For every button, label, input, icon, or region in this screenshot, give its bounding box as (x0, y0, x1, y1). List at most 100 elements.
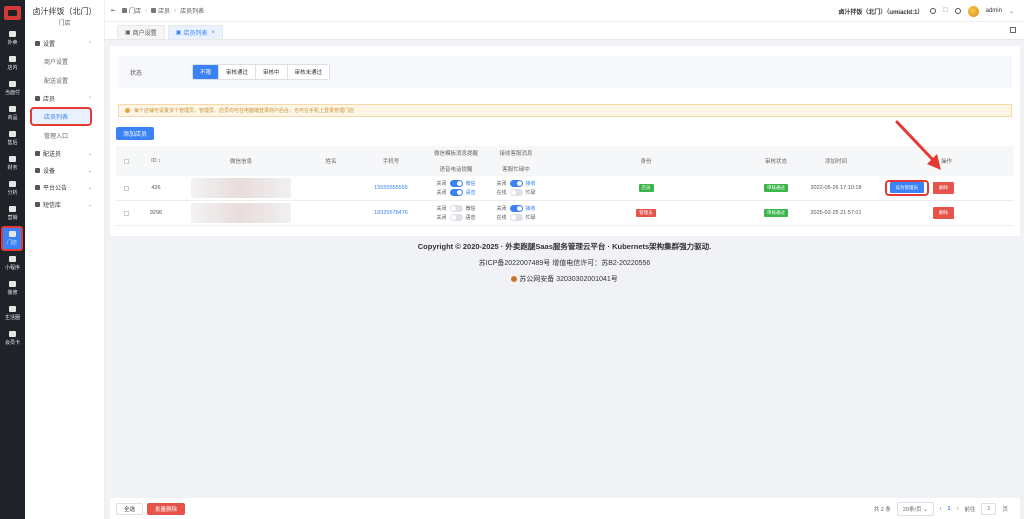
set-admin-button[interactable]: 设为管理员 (889, 182, 924, 193)
submenu-group-5[interactable]: 短信库 ⌄ (25, 196, 104, 213)
toggle-off-label: 关闭 (496, 181, 507, 187)
select-all-checkbox[interactable] (123, 158, 129, 164)
rail-item-2[interactable]: 当面付 (0, 76, 25, 101)
shop-subtitle: 门店 (58, 21, 71, 27)
rail-item-5[interactable]: 财务 (0, 151, 25, 176)
rail-item-icon (8, 231, 16, 237)
submenu-item-1-1[interactable]: 管理入口 (25, 126, 104, 145)
header-wechat: 微信信息 (229, 159, 252, 165)
batch-delete-button[interactable]: 批量删除 (147, 502, 186, 515)
toggle-off-label: 在线 (496, 190, 507, 196)
filter-option-1[interactable]: 审核通过 (219, 65, 257, 79)
submenu-item-0-0[interactable]: 商户设置 (25, 52, 104, 71)
grid-menu-icon[interactable] (1010, 27, 1016, 33)
submenu-group-2[interactable]: 配送员 ⌄ (25, 145, 104, 162)
copyright-block: Copyright © 2020-2025 · 外卖跑腿Saas服务管理云平台 … (105, 241, 1024, 284)
delete-button[interactable]: 删除 (933, 207, 954, 219)
page-size-select[interactable]: 20条/页 ⌄ (896, 501, 934, 516)
submenu-item-0-1[interactable]: 配送设置 (25, 71, 104, 90)
next-page-icon[interactable]: › (957, 506, 959, 512)
cell-phone[interactable]: 15555555555 (356, 185, 426, 191)
page-number[interactable]: 1 (948, 506, 951, 512)
cell-id: 426 (151, 185, 161, 191)
tab-merchant-settings[interactable]: ▣ 商户设置 (117, 25, 165, 39)
filter-option-3[interactable]: 审核未通过 (287, 65, 330, 79)
pagination: 共 2 条 20条/页 ⌄ ‹ 1 › 前往 1 页 (874, 498, 1008, 519)
submenu-item-1-0[interactable]: 店员列表 (30, 107, 92, 126)
status-segment: 不限 审核通过 审核中 审核未通过 (192, 64, 331, 80)
page-tabs: ▣ 商户设置 ▣ 店员列表 × (105, 22, 1024, 40)
rail-item-label: 店内 (7, 65, 18, 71)
header-service-receive: 接收客服消息 (499, 151, 533, 157)
cell-added-time: 2025-02-25 21:57:01 (810, 210, 862, 216)
breadcrumb-item-1[interactable]: 门店 (129, 6, 141, 15)
group-icon (35, 41, 40, 46)
rail-item-7[interactable]: 营销 (0, 201, 25, 226)
close-icon[interactable]: × (211, 30, 215, 36)
toggle-switch[interactable] (449, 180, 463, 187)
toggle-switch[interactable] (509, 205, 523, 212)
cell-phone[interactable]: 18325578476 (356, 210, 426, 216)
filter-option-2[interactable]: 审核中 (256, 65, 288, 79)
toggle-switch[interactable] (509, 214, 523, 221)
header-identity: 身份 (640, 159, 652, 165)
rail-item-label: 外卖 (7, 40, 18, 46)
goto-label: 前往 (964, 506, 976, 513)
toggle-switch[interactable] (449, 189, 463, 196)
rail-item-icon (9, 281, 16, 287)
rail-item-icon (9, 156, 16, 162)
toggle-on-label: 忙碌 (525, 215, 536, 221)
submenu-group-0[interactable]: 设置 ⌃ (25, 35, 104, 52)
rail-item-8[interactable]: 门店 (1, 226, 23, 251)
group-icon (35, 168, 40, 173)
fullscreen-icon[interactable]: ⛶ (943, 8, 947, 15)
toggle-switch[interactable] (509, 180, 523, 187)
wechat-info-blurred (191, 203, 291, 223)
icp-text[interactable]: 苏ICP备2022007489号 增值电信许可：苏B2-20220556 (105, 258, 1024, 268)
toggle-on-label: 语音 (465, 215, 476, 221)
filter-option-0[interactable]: 不限 (193, 65, 220, 79)
user-name[interactable]: admin (986, 8, 1002, 14)
rail-item-9[interactable]: 小程序 (0, 251, 25, 276)
top-bar: ⇤ 门店 › 店员 › 店员列表 卤汁拌饭（北门）（umiacId:1） ⛶ a… (105, 0, 1024, 22)
select-all-button[interactable]: 全选 (116, 502, 144, 515)
toggle-switch[interactable] (449, 214, 463, 221)
submenu-group-4[interactable]: 平台公告 ⌄ (25, 179, 104, 196)
tab-label: 店员列表 (183, 31, 208, 37)
add-staff-button[interactable]: 添加店员 (116, 127, 155, 140)
toggle-off-label: 关闭 (436, 190, 447, 196)
rail-item-icon (9, 331, 16, 337)
group-label: 设备 (43, 169, 56, 175)
header-id[interactable]: ID ↕ (136, 158, 176, 164)
collapse-icon[interactable]: ⇤ (111, 7, 116, 14)
tab-staff-list[interactable]: ▣ 店员列表 × (167, 25, 223, 39)
goto-page-input[interactable]: 1 (981, 502, 997, 515)
row-checkbox[interactable] (123, 210, 129, 216)
table-row: 9296 18325578476 关闭 微信 关闭 语音 关闭 接收 在线 忙碌 管理员 审核通过 20… (116, 201, 1014, 226)
toggle-switch[interactable] (509, 189, 523, 196)
rail-item-4[interactable]: 售后 (0, 126, 25, 151)
toggle-off-label: 关闭 (496, 206, 507, 212)
rail-item-11[interactable]: 生活圈 (0, 301, 25, 326)
prev-page-icon[interactable]: ‹ (940, 506, 942, 512)
toggle-switch[interactable] (449, 205, 463, 212)
delete-button[interactable]: 删除 (933, 182, 954, 194)
row-checkbox[interactable] (123, 185, 129, 191)
shop-info[interactable]: 卤汁拌饭（北门）（umiacId:1） (838, 7, 923, 16)
rail-item-6[interactable]: 分析 (0, 176, 25, 201)
avatar[interactable] (967, 5, 979, 17)
submenu-group-3[interactable]: 设备 ⌄ (25, 162, 104, 179)
chevron-down-icon[interactable]: ⌄ (1009, 8, 1014, 15)
status-filter: 状态 不限 审核通过 审核中 审核未通过 (118, 56, 1012, 88)
notification-icon[interactable] (954, 8, 961, 14)
rail-item-10[interactable]: 装修 (0, 276, 25, 301)
rail-item-1[interactable]: 店内 (0, 51, 25, 76)
rail-item-3[interactable]: 商品 (0, 101, 25, 126)
header-status: 审核状态 (764, 159, 787, 165)
rail-item-12[interactable]: 会员卡 (0, 326, 25, 351)
search-icon[interactable] (930, 8, 937, 14)
rail-item-0[interactable]: 外卖 (0, 26, 25, 51)
breadcrumb-item-2[interactable]: 店员 (158, 6, 170, 15)
police-record-text[interactable]: 苏公网安备 32030302001041号 (519, 276, 617, 283)
submenu-group-1[interactable]: 店员 ⌃ (25, 90, 104, 107)
